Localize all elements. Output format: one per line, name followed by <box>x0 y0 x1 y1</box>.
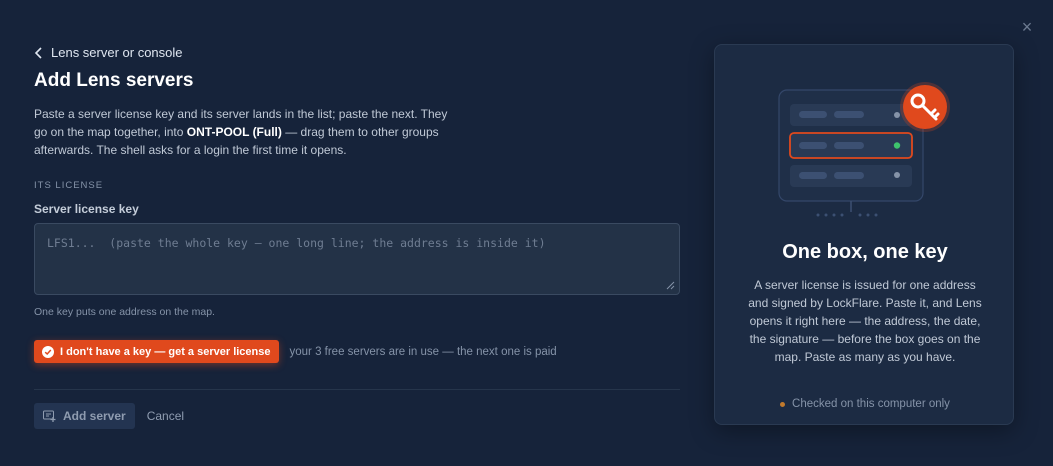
free-servers-note: your 3 free servers are in use — the nex… <box>289 345 557 358</box>
status-dot-icon <box>780 401 786 407</box>
license-key-input[interactable] <box>34 223 680 295</box>
section-label: ITS LICENSE <box>34 180 104 191</box>
back-link-label: Lens server or console <box>51 45 183 60</box>
pool-name: ONT-POOL (Full) <box>186 125 282 139</box>
add-server-icon <box>43 410 56 422</box>
info-card-title: One box, one key <box>782 241 948 263</box>
add-server-button[interactable]: Add server <box>34 403 135 429</box>
check-circle-icon <box>42 345 54 358</box>
field-hint: One key puts one address on the map. <box>34 306 215 318</box>
license-cta-row: I don't have a key — get a server licens… <box>34 340 557 363</box>
page-title: Add Lens servers <box>34 70 194 91</box>
cancel-button[interactable]: Cancel <box>147 409 184 423</box>
server-rack-icon <box>778 82 950 217</box>
action-row: Add server Cancel <box>34 403 184 429</box>
key-icon <box>900 82 950 132</box>
info-card-footer-label: Checked on this computer only <box>792 398 950 410</box>
get-license-button[interactable]: I don't have a key — get a server licens… <box>34 340 279 363</box>
close-icon[interactable]: × <box>1018 18 1036 36</box>
add-server-label: Add server <box>63 409 126 423</box>
get-license-label: I don't have a key — get a server licens… <box>60 345 271 358</box>
chevron-left-icon <box>34 46 42 59</box>
page-description: Paste a server license key and its serve… <box>34 105 454 159</box>
info-card-body: A server license is issued for one addre… <box>748 278 982 364</box>
license-key-label: Server license key <box>34 202 139 216</box>
back-link[interactable]: Lens server or console <box>34 45 183 60</box>
info-card: One box, one key A server license is iss… <box>714 44 1014 425</box>
info-card-footer: Checked on this computer only <box>715 398 1015 410</box>
divider <box>34 389 680 390</box>
